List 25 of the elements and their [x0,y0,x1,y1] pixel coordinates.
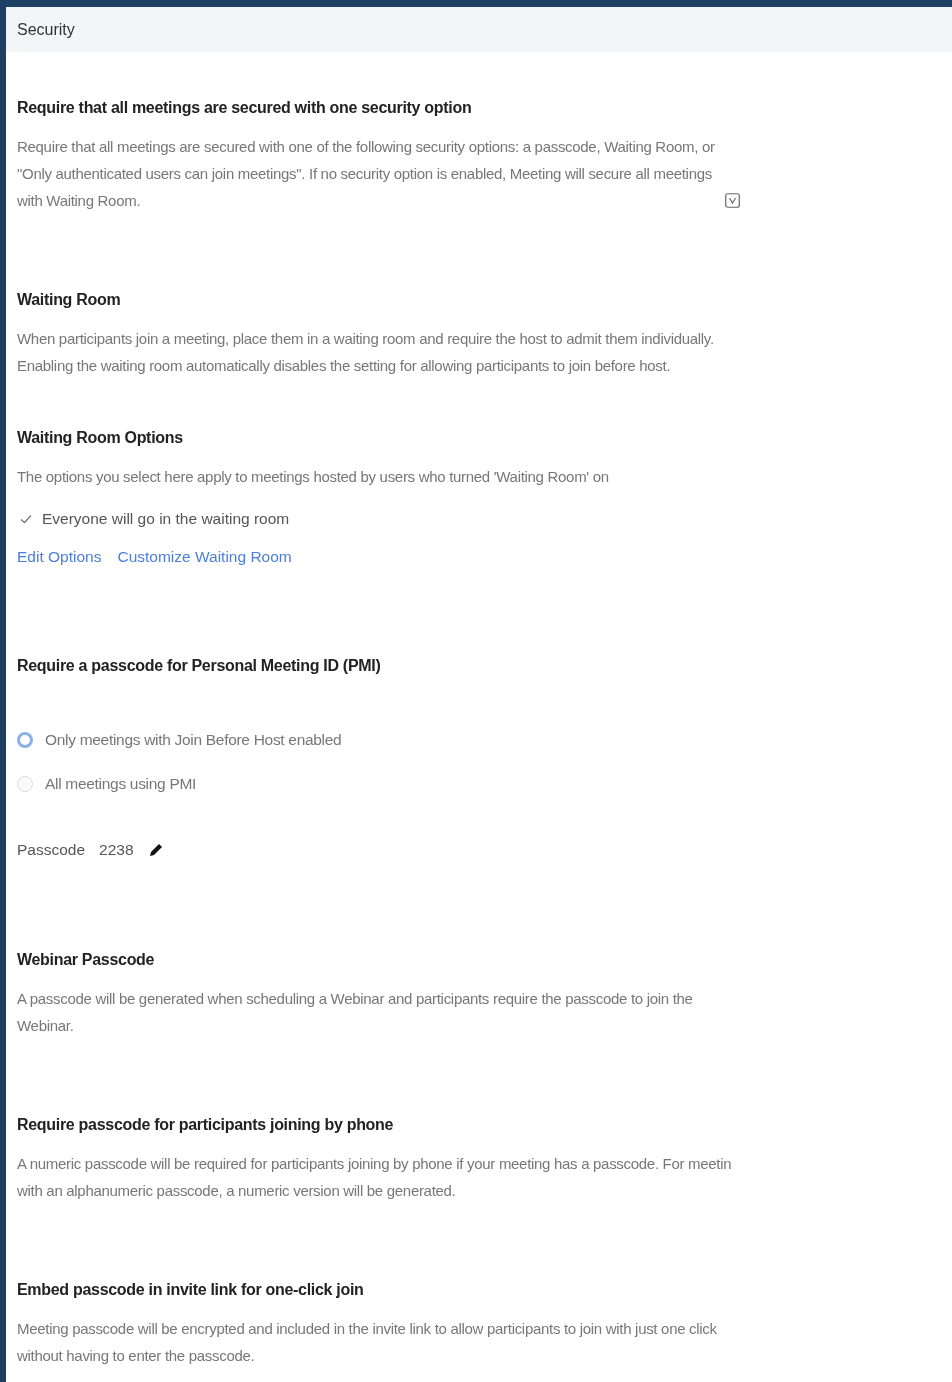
text-link[interactable]: Customize Waiting Room [117,548,292,566]
section-header-title: Security [17,20,75,39]
setting-description: A passcode will be generated when scheduling a Webinar and participants require the passcode to join the Webinar. [17,989,693,1036]
passcode-value: 2238 [99,841,134,859]
radio-label[interactable]: All meetings using PMI [45,775,197,793]
setting-title: Waiting Room [17,291,122,309]
radio-button[interactable] [17,776,33,792]
pencil-icon[interactable] [147,842,164,858]
chevron-box-icon[interactable] [724,193,740,208]
setting-description: A numeric passcode will be required for participants joining by phone if your meeting has a passcode. For meetin with an alphanumeric passcode, a numeric version will be generated. [17,1154,732,1201]
setting-description: Meeting passcode will be encrypted and included in the invite link to allow participants to join with just one click without having to enter the passcode. [17,1319,717,1366]
setting-description: The options you select here apply to meetings hosted by users who turned 'Waiting Room' on [17,467,609,487]
setting-description: When participants join a meeting, place them in a waiting room and require the host to admit them individually. Enabling the waiting room automatically disables the setting for allowing participants to join before host. [17,329,714,376]
radio-button[interactable] [17,732,33,748]
setting-title: Require a passcode for Personal Meeting ID (PMI) [17,657,382,675]
setting-title: Webinar Passcode [17,951,156,969]
setting-description: Require that all meetings are secured with one of the following security options: a passcode, Waiting Room, or "Only authenticated users can join meetings". If no security option is enabled, Meeting will secure all meetings with Waiting Room. [17,137,715,211]
text-link[interactable]: Edit Options [17,548,102,566]
passcode-label: Passcode [17,841,86,859]
setting-title: Require that all meetings are secured with one security option [17,99,473,117]
setting-title: Require passcode for participants joining by phone [17,1116,395,1134]
radio-label[interactable]: Only meetings with Join Before Host enabled [45,731,342,749]
setting-title: Embed passcode in invite link for one-click join [17,1281,365,1299]
option-text: Everyone will go in the waiting room [42,510,290,528]
setting-title: Waiting Room Options [17,429,184,447]
